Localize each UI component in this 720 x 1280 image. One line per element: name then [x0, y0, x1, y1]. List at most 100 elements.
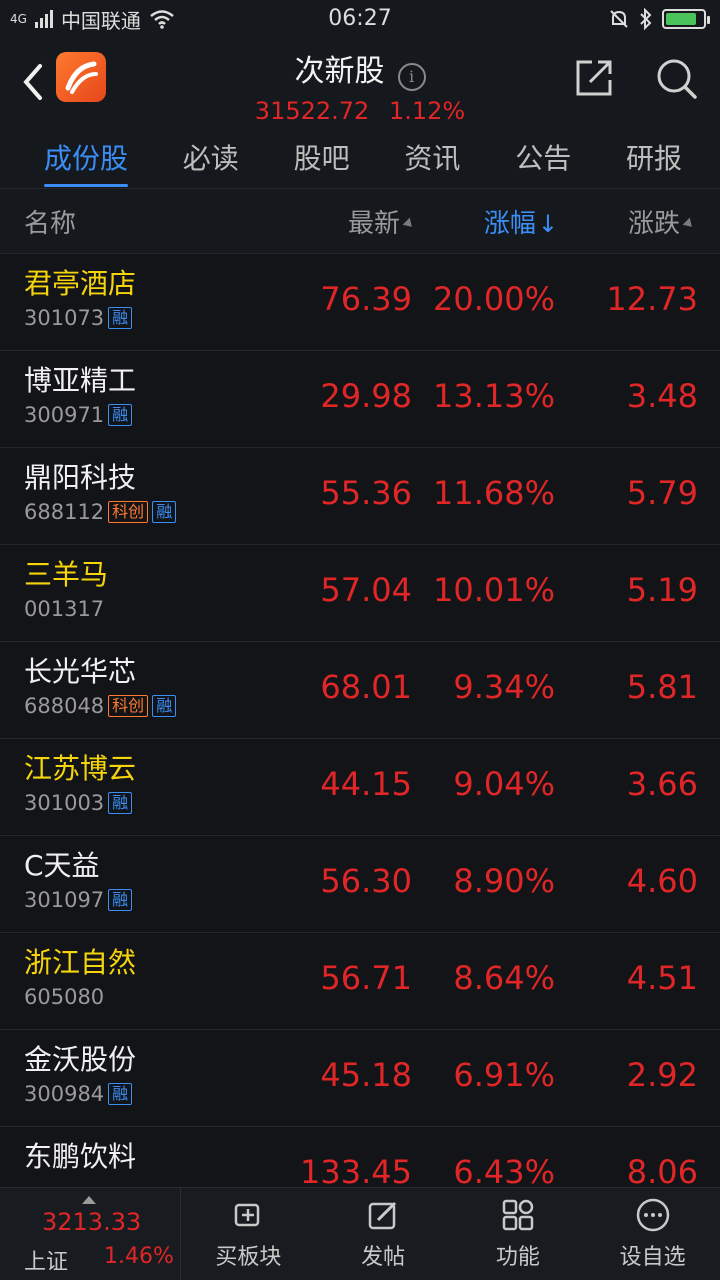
sort-triangle-icon	[682, 217, 696, 231]
status-left: 4G 中国联通	[10, 5, 175, 34]
change-amount: 4.60	[626, 862, 698, 900]
latest-price: 45.18	[320, 1056, 412, 1094]
nav-post-label: 发帖	[361, 1245, 406, 1270]
header: 次新股 i 31522.72 1.12%	[0, 38, 720, 126]
nav-buy-sector[interactable]: 买板块	[181, 1188, 316, 1280]
battery-icon	[662, 9, 710, 29]
margin-badge: 融	[108, 792, 133, 814]
change-pct: 11.68%	[432, 474, 555, 512]
col-pct[interactable]: 涨幅↓	[484, 203, 558, 240]
latest-price: 29.98	[320, 377, 412, 415]
latest-price: 56.30	[320, 862, 412, 900]
stock-row[interactable]: 三羊马 001317 57.04 10.01% 5.19	[0, 545, 720, 642]
edit-icon	[368, 1201, 397, 1230]
stock-name: 江苏博云	[24, 752, 137, 785]
stock-name: 长光华芯	[24, 655, 137, 688]
sh-index-name: 上证	[24, 1250, 69, 1275]
change-amount: 5.81	[626, 668, 698, 706]
stock-row[interactable]: 长光华芯 688048 科创融 68.01 9.34% 5.81	[0, 642, 720, 739]
sector-icon	[235, 1203, 260, 1227]
latest-price: 68.01	[320, 668, 412, 706]
star-market-badge: 科创	[108, 501, 149, 523]
sort-triangle-icon	[402, 217, 416, 231]
tab-bar: 成份股 必读 股吧 资讯 公告 研报	[0, 126, 720, 189]
stock-row[interactable]: 江苏博云 301003 融 44.15 9.04% 3.66	[0, 739, 720, 836]
latest-price: 76.39	[320, 280, 412, 318]
stock-name: 浙江自然	[24, 946, 137, 979]
status-bar: 4G 中国联通 06:27	[0, 0, 720, 38]
change-amount: 5.79	[626, 474, 698, 512]
tab-forum[interactable]: 股吧	[294, 123, 350, 191]
carrier-name: 中国联通	[60, 8, 141, 33]
star-market-badge: 科创	[108, 695, 149, 717]
change-amount: 3.66	[626, 765, 698, 803]
stock-code-line: 301097 融	[24, 888, 133, 912]
bottom-bar: 3213.33 上证 1.46% 买板块 发帖 功能 设自选	[0, 1187, 720, 1280]
change-pct: 13.13%	[432, 377, 555, 415]
index-pct: 1.12%	[388, 96, 466, 125]
latest-price: 55.36	[320, 474, 412, 512]
stock-code: 300971	[24, 403, 105, 427]
stock-row[interactable]: 金沃股份 300984 融 45.18 6.91% 2.92	[0, 1030, 720, 1127]
change-pct: 9.04%	[453, 765, 555, 803]
col-latest[interactable]: 最新	[347, 203, 416, 240]
latest-price: 56.71	[320, 959, 412, 997]
change-pct: 20.00%	[432, 280, 555, 318]
tab-components[interactable]: 成份股	[44, 123, 129, 191]
nav-functions[interactable]: 功能	[451, 1188, 586, 1280]
index-ticker[interactable]: 3213.33 上证 1.46%	[0, 1188, 181, 1280]
stock-code-line: 688048 科创融	[24, 694, 177, 718]
stock-name: C天益	[24, 849, 100, 882]
stock-row[interactable]: 君亭酒店 301073 融 76.39 20.00% 12.73	[0, 254, 720, 351]
change-amount: 4.51	[626, 959, 698, 997]
column-header: 名称 最新 涨幅↓ 涨跌	[0, 189, 720, 254]
margin-badge: 融	[108, 1083, 133, 1105]
stock-code-line: 001317	[24, 597, 104, 621]
col-name: 名称	[24, 208, 77, 239]
nav-functions-label: 功能	[495, 1245, 540, 1270]
nav-buy-sector-label: 买板块	[215, 1245, 282, 1270]
tab-news[interactable]: 资讯	[404, 123, 460, 191]
stock-code: 301097	[24, 888, 105, 912]
change-pct: 6.43%	[453, 1153, 555, 1191]
stock-code: 688112	[24, 500, 105, 524]
info-icon[interactable]: i	[397, 62, 426, 91]
col-chg-label: 涨跌	[627, 208, 680, 239]
grid-icon	[502, 1199, 534, 1231]
stock-code-line: 605080	[24, 985, 104, 1009]
nav-set-watchlist[interactable]: 设自选	[585, 1188, 720, 1280]
nav-post[interactable]: 发帖	[316, 1188, 451, 1280]
col-chg[interactable]: 涨跌	[627, 203, 696, 240]
change-pct: 8.64%	[453, 959, 555, 997]
index-quote: 31522.72 1.12%	[0, 97, 720, 125]
mute-bell-icon	[610, 10, 628, 28]
stock-name: 三羊马	[24, 558, 109, 591]
margin-badge: 融	[108, 404, 133, 426]
change-amount: 2.92	[626, 1056, 698, 1094]
nav-set-watchlist-label: 设自选	[619, 1245, 686, 1270]
stock-code-line: 300971 融	[24, 403, 133, 427]
stock-row[interactable]: 博亚精工 300971 融 29.98 13.13% 3.48	[0, 351, 720, 448]
change-pct: 9.34%	[453, 668, 555, 706]
stock-row[interactable]: 浙江自然 605080 56.71 8.64% 4.51	[0, 933, 720, 1030]
stock-code: 605080	[24, 985, 105, 1009]
page-title: 次新股	[294, 54, 385, 89]
stock-name: 金沃股份	[24, 1043, 137, 1076]
tab-research[interactable]: 研报	[626, 123, 682, 191]
col-pct-label: 涨幅	[483, 208, 536, 239]
stock-code: 301073	[24, 306, 105, 330]
tab-announcements[interactable]: 公告	[515, 123, 571, 191]
index-value: 31522.72	[254, 96, 370, 125]
search-icon[interactable]	[654, 56, 698, 100]
stock-code-line: 300984 融	[24, 1082, 133, 1106]
col-latest-label: 最新	[347, 208, 400, 239]
stock-name: 君亭酒店	[24, 267, 137, 300]
change-amount: 12.73	[606, 280, 698, 318]
stock-row[interactable]: C天益 301097 融 56.30 8.90% 4.60	[0, 836, 720, 933]
latest-price: 133.45	[300, 1153, 412, 1191]
share-icon[interactable]	[574, 56, 616, 98]
tab-must-read[interactable]: 必读	[183, 123, 239, 191]
stock-code-line: 301073 融	[24, 306, 133, 330]
caret-up-icon	[82, 1196, 96, 1204]
stock-row[interactable]: 鼎阳科技 688112 科创融 55.36 11.68% 5.79	[0, 448, 720, 545]
